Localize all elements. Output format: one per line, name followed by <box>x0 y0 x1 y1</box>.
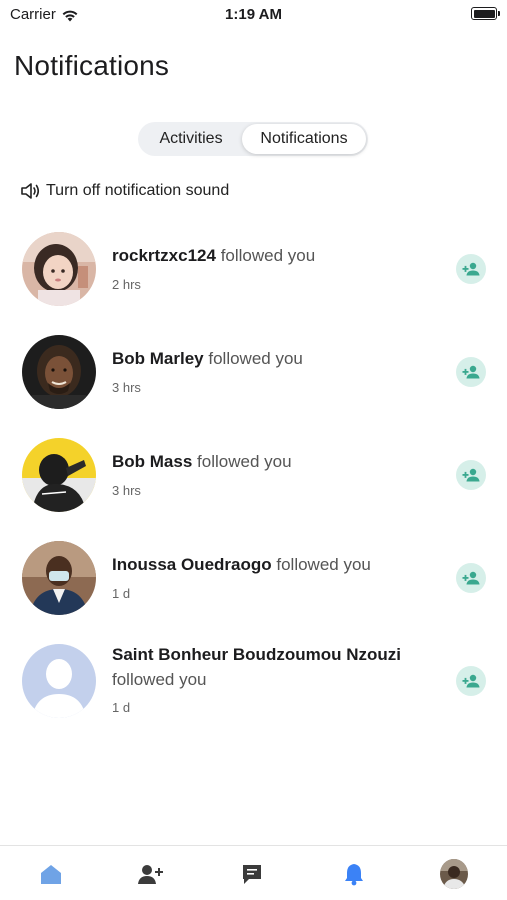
notification-sound-toggle[interactable]: Turn off notification sound <box>20 182 229 200</box>
notification-text: Saint Bonheur Boudzoumou Nzouzi followed… <box>112 642 432 692</box>
add-user-icon <box>462 262 480 276</box>
notification-time: 1 d <box>112 586 131 601</box>
status-bar: Carrier 1:19 AM <box>0 0 507 30</box>
notification-item[interactable]: Inoussa Ouedraogo followed you 1 d <box>0 539 507 629</box>
add-user-icon <box>462 365 480 379</box>
tab-activities[interactable]: Activities <box>140 124 242 154</box>
tab-home[interactable] <box>37 860 65 888</box>
follow-back-button[interactable] <box>456 254 486 284</box>
follow-back-button[interactable] <box>456 357 486 387</box>
tab-messages[interactable] <box>238 860 266 888</box>
notification-username: Saint Bonheur Boudzoumou Nzouzi <box>112 645 401 664</box>
avatar[interactable] <box>22 644 96 718</box>
notification-username: Bob Marley <box>112 349 204 368</box>
notification-text: Bob Mass followed you <box>112 449 432 474</box>
notification-time: 2 hrs <box>112 277 141 292</box>
speaker-icon <box>21 183 40 199</box>
notification-username: Bob Mass <box>112 452 193 471</box>
notification-time: 3 hrs <box>112 483 141 498</box>
notification-text: rockrtzxc124 followed you <box>112 243 432 268</box>
notification-item[interactable]: Bob Marley followed you 3 hrs <box>0 333 507 423</box>
chat-icon <box>243 865 261 884</box>
avatar[interactable] <box>22 438 96 512</box>
status-time: 1:19 AM <box>225 6 282 23</box>
tab-add-user[interactable] <box>136 860 164 888</box>
notification-action: followed you <box>112 670 207 689</box>
avatar[interactable] <box>22 335 96 409</box>
notification-item[interactable]: Bob Mass followed you 3 hrs <box>0 436 507 526</box>
follow-back-button[interactable] <box>456 460 486 490</box>
follow-back-button[interactable] <box>456 563 486 593</box>
profile-avatar <box>440 859 468 889</box>
notification-action: followed you <box>208 349 303 368</box>
tab-notifications-bell[interactable] <box>340 860 368 888</box>
notification-time: 1 d <box>112 700 131 715</box>
notification-text: Inoussa Ouedraogo followed you <box>112 552 432 577</box>
tab-notifications[interactable]: Notifications <box>242 124 366 154</box>
tab-bar <box>0 845 507 900</box>
add-user-icon <box>462 468 480 482</box>
notification-action: followed you <box>276 555 371 574</box>
notification-action: followed you <box>197 452 292 471</box>
tab-profile[interactable] <box>440 859 468 889</box>
add-user-icon <box>462 571 480 585</box>
battery-icon <box>471 7 500 20</box>
notification-username: Inoussa Ouedraogo <box>112 555 272 574</box>
bell-icon <box>345 864 363 886</box>
segmented-control: Activities Notifications <box>138 122 368 156</box>
avatar[interactable] <box>22 232 96 306</box>
notification-time: 3 hrs <box>112 380 141 395</box>
page-title: Notifications <box>14 50 170 81</box>
home-icon <box>41 865 61 884</box>
notification-item[interactable]: Saint Bonheur Boudzoumou Nzouzi followed… <box>0 642 507 732</box>
notification-username: rockrtzxc124 <box>112 246 216 265</box>
notification-action: followed you <box>220 246 316 265</box>
add-user-icon <box>462 674 480 688</box>
notification-text: Bob Marley followed you <box>112 346 432 371</box>
notification-item[interactable]: rockrtzxc124 followed you 2 hrs <box>0 230 507 320</box>
add-user-icon <box>138 865 163 884</box>
notification-sound-label: Turn off notification sound <box>46 182 230 199</box>
avatar[interactable] <box>22 541 96 615</box>
follow-back-button[interactable] <box>456 666 486 696</box>
